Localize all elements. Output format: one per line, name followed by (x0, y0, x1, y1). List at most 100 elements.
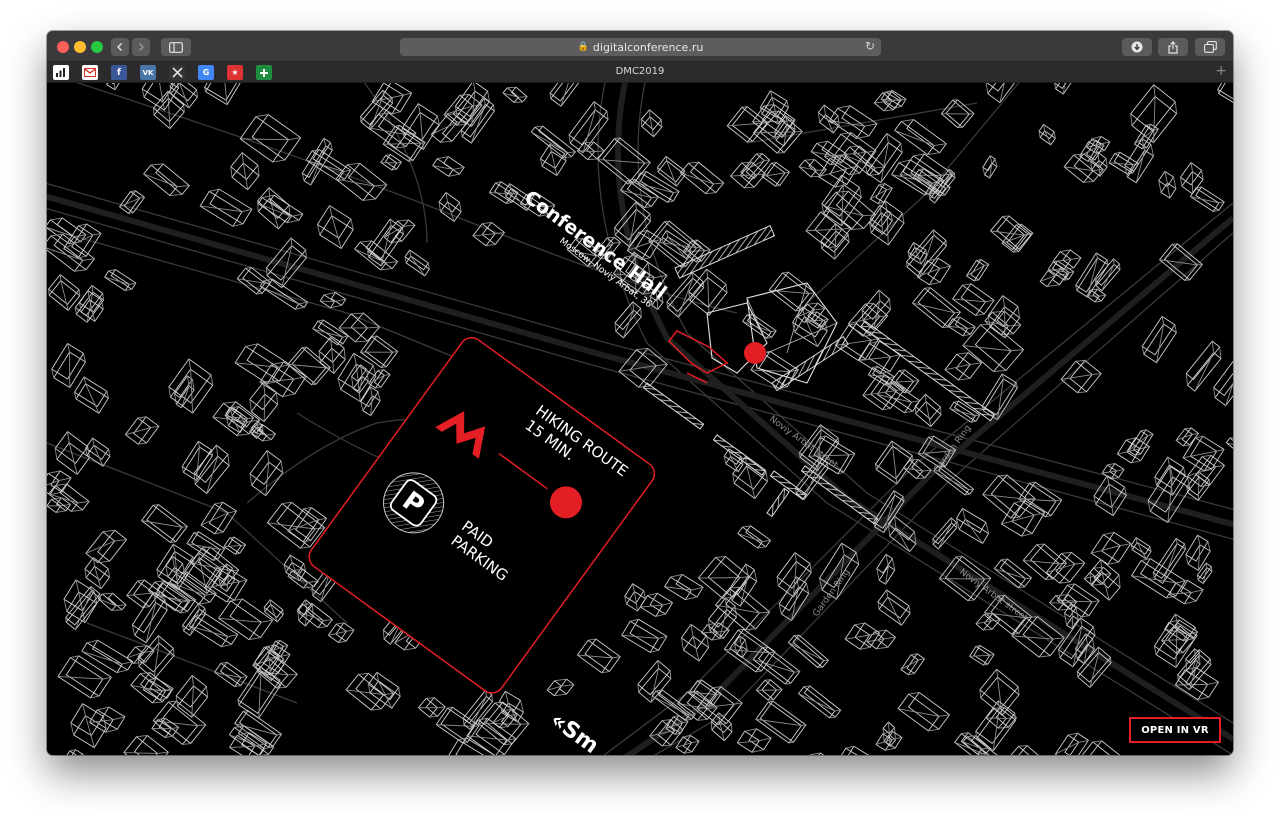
building (1175, 427, 1200, 447)
building (1152, 537, 1187, 585)
building (141, 83, 180, 111)
building (257, 194, 304, 224)
sidebar-icon (169, 41, 183, 53)
building (1182, 435, 1225, 472)
building (899, 153, 953, 196)
building (866, 629, 897, 650)
building (947, 316, 976, 337)
building (74, 284, 105, 323)
building (989, 215, 1032, 251)
building (680, 623, 710, 662)
new-tab-button[interactable]: + (1215, 63, 1227, 79)
venue-location-marker[interactable] (744, 342, 766, 364)
building (755, 679, 783, 701)
building (199, 188, 253, 227)
building (675, 734, 700, 754)
building (97, 592, 127, 612)
building (897, 691, 951, 732)
building (259, 361, 307, 398)
building (1000, 499, 1046, 537)
building (679, 161, 725, 195)
building (968, 644, 995, 666)
building (868, 200, 905, 246)
building (63, 223, 102, 259)
building (118, 190, 146, 215)
building (873, 91, 903, 112)
browser-toolbar: 🔒 digitalconference.ru ↻ (47, 31, 1233, 62)
building (640, 109, 663, 138)
building (940, 99, 975, 129)
building (228, 725, 275, 755)
building (1045, 551, 1086, 584)
zoom-window-button[interactable] (91, 41, 103, 53)
building (181, 440, 214, 482)
share-button[interactable] (1158, 38, 1188, 56)
building (805, 210, 852, 249)
active-tab-title[interactable]: DMC2019 (47, 66, 1233, 77)
building (985, 706, 1018, 729)
building (73, 376, 110, 414)
building (1196, 562, 1213, 585)
building (1141, 315, 1178, 364)
sidebar-toggle-button[interactable] (161, 38, 191, 56)
building (297, 599, 315, 627)
building (530, 125, 577, 159)
open-in-vr-button[interactable]: OPEN IN VR (1129, 717, 1221, 743)
download-icon (1131, 41, 1143, 53)
address-bar[interactable]: 🔒 digitalconference.ru ↻ (400, 38, 881, 56)
building (837, 745, 877, 755)
building (432, 155, 465, 177)
building (175, 674, 209, 718)
close-window-button[interactable] (57, 41, 69, 53)
building (248, 423, 277, 442)
building (152, 90, 185, 130)
building (965, 258, 990, 282)
reload-icon[interactable]: ↻ (865, 39, 875, 53)
building (305, 148, 352, 182)
building (944, 352, 983, 381)
building (438, 191, 462, 222)
partial-place-label: «Sm (545, 708, 603, 755)
building (203, 83, 245, 106)
map-canvas[interactable]: Conference Hall Moscow, Noviy Arbat, 36 … (47, 83, 1233, 755)
building (549, 83, 584, 107)
building (1090, 531, 1132, 565)
building (787, 634, 830, 669)
building (737, 525, 772, 549)
building (869, 204, 893, 235)
building (1048, 594, 1078, 611)
building (844, 622, 881, 650)
building (152, 700, 207, 746)
address-url: digitalconference.ru (592, 40, 704, 54)
building (143, 163, 190, 197)
downloads-button[interactable] (1122, 38, 1152, 56)
tabs-overview-button[interactable] (1195, 38, 1225, 56)
building (799, 752, 832, 755)
building (914, 393, 942, 428)
building (56, 749, 84, 755)
building (911, 286, 962, 329)
route-info-card[interactable]: HIKING ROUTE 15 MIN. P PAID PARKING (304, 333, 659, 698)
building (985, 83, 1021, 104)
building (430, 112, 470, 143)
building (48, 483, 90, 513)
building (230, 152, 260, 191)
building (401, 103, 440, 151)
minimize-window-button[interactable] (74, 41, 86, 53)
building (1179, 162, 1204, 195)
building (1212, 354, 1233, 407)
building (283, 554, 307, 582)
building (869, 182, 893, 205)
building (821, 174, 862, 227)
venue-map[interactable]: Conference Hall Moscow, Noviy Arbat, 36 … (47, 83, 1233, 755)
building (755, 700, 807, 744)
building (982, 155, 998, 179)
building (576, 638, 621, 674)
building (1127, 429, 1154, 456)
building (797, 685, 842, 719)
tab-bar: f VK G ★ DMC2019 + (47, 62, 1233, 83)
chevron-left-icon (117, 43, 122, 51)
building (768, 271, 816, 312)
forward-button[interactable] (132, 38, 150, 56)
back-button[interactable] (111, 38, 129, 56)
